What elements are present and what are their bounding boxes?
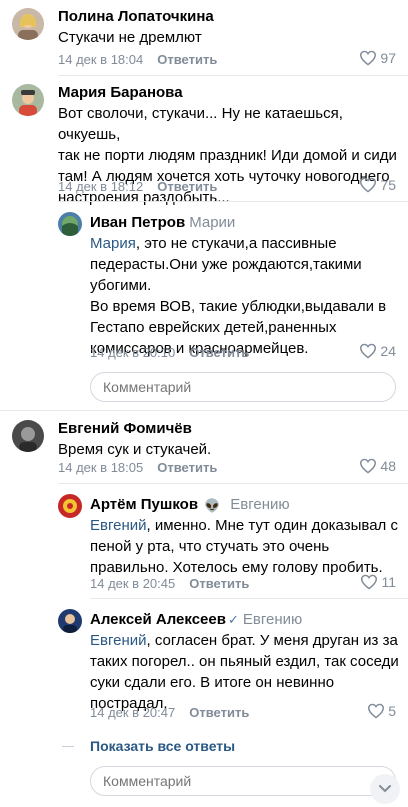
reply-button[interactable]: Ответить [157,52,217,67]
like-count: 24 [380,343,396,359]
divider [58,201,408,202]
reply-to-label[interactable]: Марии [189,214,235,231]
like-count: 5 [388,703,396,719]
heart-outline-icon [360,343,377,359]
reply-button[interactable]: Ответить [189,705,249,720]
divider [90,598,408,599]
scroll-down-button[interactable] [370,774,400,804]
thread-dash [62,746,74,747]
comment-input[interactable] [90,766,396,796]
like-count: 97 [380,50,396,66]
heart-outline-icon [360,458,377,474]
reply-meta: 14 дек в 20:47 Ответить [90,705,249,720]
heart-outline-icon [360,50,377,66]
reply-date: 14 дек в 20:47 [90,705,176,720]
like-button[interactable]: 75 [359,177,396,193]
reply-author[interactable]: Артём Пушков 👽 Евгению [90,496,290,514]
reply-button[interactable]: Ответить [189,576,249,591]
like-button[interactable]: 5 [367,703,396,719]
comment-text: Время сук и стукачей. [58,441,212,458]
comment-meta: 14 дек в 18:05 Ответить [58,460,217,475]
comment-author[interactable]: Мария Баранова [58,84,183,101]
reply-date: 14 дек в 20:45 [90,576,176,591]
avatar[interactable] [58,212,82,236]
like-count: 75 [380,177,396,193]
comment-author[interactable]: Евгений Фомичёв [58,420,192,437]
reply-text: Евгений, согласен брат. У меня друган из… [90,632,399,712]
show-all-replies-link[interactable]: Показать все ответы [90,738,235,754]
like-count: 48 [380,458,396,474]
avatar[interactable] [12,84,44,116]
divider [58,75,408,76]
like-button[interactable]: 48 [359,458,396,474]
comment-input[interactable] [90,372,396,402]
like-count: 11 [381,574,396,590]
divider [58,483,408,484]
comment-meta: 14 дек в 18:12 Ответить [58,179,217,194]
like-button[interactable]: 11 [360,574,396,590]
reply-meta: 14 дек в 20:10 Ответить [90,345,249,360]
comment-meta: 14 дек в 18:04 Ответить [58,52,217,67]
reply-button[interactable]: Ответить [157,179,217,194]
reply-date: 14 дек в 20:10 [90,345,176,360]
like-button[interactable]: 24 [359,343,396,359]
mention-link[interactable]: Евгений [90,517,147,534]
reply-text: Евгений, именно. Мне тут один доказывал … [90,517,398,576]
avatar[interactable] [12,8,44,40]
alien-emoji-icon: 👽 [204,498,221,513]
divider [0,410,408,411]
reply-to-label[interactable]: Евгению [230,496,289,513]
comment-text: Стукачи не дремлют [58,29,202,46]
reply-button[interactable]: Ответить [157,460,217,475]
reply-text: Мария, это не стукачи,а пассивные педера… [90,235,387,357]
avatar[interactable] [12,420,44,452]
reply-author[interactable]: Алексей Алексеев ✓ Евгению [90,611,302,628]
reply-author[interactable]: Иван Петров Марии [90,214,235,231]
heart-outline-icon [361,574,378,590]
mention-link[interactable]: Мария [90,235,136,252]
comment-author[interactable]: Полина Лопаточкина [58,8,214,25]
comment-date: 14 дек в 18:05 [58,460,144,475]
heart-outline-icon [360,177,377,193]
chevron-down-icon [379,785,391,793]
reply-to-label[interactable]: Евгению [243,611,302,628]
mention-link[interactable]: Евгений [90,632,147,649]
like-button[interactable]: 97 [359,50,396,66]
reply-meta: 14 дек в 20:45 Ответить [90,576,249,591]
avatar[interactable] [58,609,82,633]
reply-button[interactable]: Ответить [189,345,249,360]
comment-date: 14 дек в 18:04 [58,52,144,67]
checkmark-icon: ✓ [227,612,239,627]
avatar[interactable] [58,494,82,518]
heart-outline-icon [368,703,385,719]
comment-date: 14 дек в 18:12 [58,179,144,194]
